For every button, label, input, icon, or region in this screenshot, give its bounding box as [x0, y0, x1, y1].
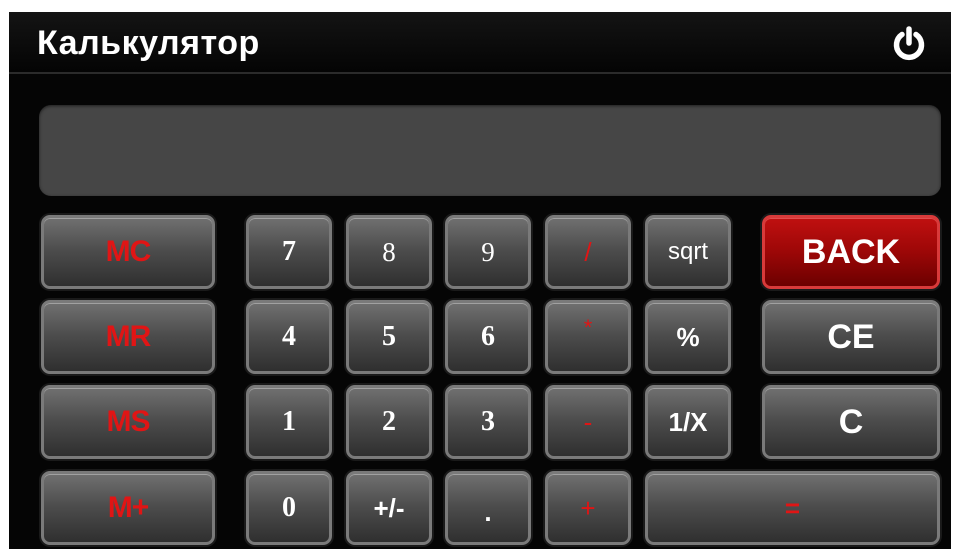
subtract-button[interactable]: -	[545, 385, 631, 459]
digit-4-button[interactable]: 4	[246, 300, 332, 374]
title-bar: Калькулятор	[9, 12, 951, 74]
calculator-window: Калькулятор MC MR MS M+ 7 8 9 / sqrt BAC…	[9, 12, 951, 549]
digit-5-button[interactable]: 5	[346, 300, 432, 374]
memory-store-button[interactable]: MS	[41, 385, 215, 459]
clear-entry-button[interactable]: CE	[762, 300, 940, 374]
backspace-button[interactable]: BACK	[762, 215, 940, 289]
digit-3-button[interactable]: 3	[445, 385, 531, 459]
digit-2-button[interactable]: 2	[346, 385, 432, 459]
power-icon[interactable]	[891, 26, 927, 62]
digit-0-button[interactable]: 0	[246, 471, 332, 545]
result-display	[39, 105, 941, 196]
digit-7-button[interactable]: 7	[246, 215, 332, 289]
add-button[interactable]: +	[545, 471, 631, 545]
digit-1-button[interactable]: 1	[246, 385, 332, 459]
digit-8-button[interactable]: 8	[346, 215, 432, 289]
equals-button[interactable]: =	[645, 471, 940, 545]
digit-6-button[interactable]: 6	[445, 300, 531, 374]
sign-toggle-button[interactable]: +/-	[346, 471, 432, 545]
decimal-point-button[interactable]: .	[445, 471, 531, 545]
percent-button[interactable]: %	[645, 300, 731, 374]
app-title: Калькулятор	[37, 24, 260, 62]
memory-add-button[interactable]: M+	[41, 471, 215, 545]
sqrt-button[interactable]: sqrt	[645, 215, 731, 289]
memory-recall-button[interactable]: MR	[41, 300, 215, 374]
divide-button[interactable]: /	[545, 215, 631, 289]
reciprocal-button[interactable]: 1/X	[645, 385, 731, 459]
digit-9-button[interactable]: 9	[445, 215, 531, 289]
clear-button[interactable]: C	[762, 385, 940, 459]
memory-clear-button[interactable]: MC	[41, 215, 215, 289]
multiply-button[interactable]: *	[545, 300, 631, 374]
